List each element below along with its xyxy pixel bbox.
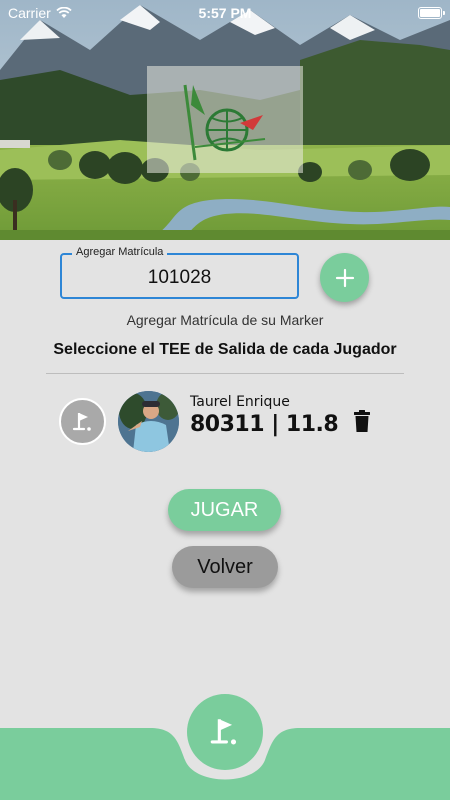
player-stats: 80311 | 11.8: [190, 412, 339, 437]
club-logo: [147, 66, 303, 173]
golf-flag-icon: [210, 719, 237, 745]
player-avatar: [118, 391, 179, 452]
delete-player-button[interactable]: [352, 409, 372, 433]
matricula-field-label: Agregar Matrícula: [72, 246, 168, 258]
jugar-button[interactable]: JUGAR: [168, 489, 281, 531]
status-bar: Carrier 5:57 PM: [0, 0, 450, 26]
matricula-field[interactable]: Agregar Matrícula: [60, 246, 299, 299]
section-title: Seleccione el TEE de Salida de cada Juga…: [53, 341, 397, 358]
golf-play-fab[interactable]: [187, 694, 263, 770]
plus-icon: [335, 268, 354, 287]
tee-select-button[interactable]: [59, 398, 106, 445]
add-matricula-button[interactable]: [320, 253, 369, 302]
divider: [46, 373, 404, 374]
carrier-label: Carrier: [8, 5, 51, 21]
trash-icon: [354, 410, 370, 432]
battery-icon: [418, 7, 445, 19]
golf-flag-icon: [72, 412, 91, 431]
wifi-icon: [56, 7, 72, 18]
helper-text: Agregar Matrícula de su Marker: [126, 312, 324, 328]
volver-button[interactable]: Volver: [172, 546, 278, 588]
player-name: Taurel Enrique: [190, 394, 290, 410]
matricula-input[interactable]: [62, 255, 297, 297]
